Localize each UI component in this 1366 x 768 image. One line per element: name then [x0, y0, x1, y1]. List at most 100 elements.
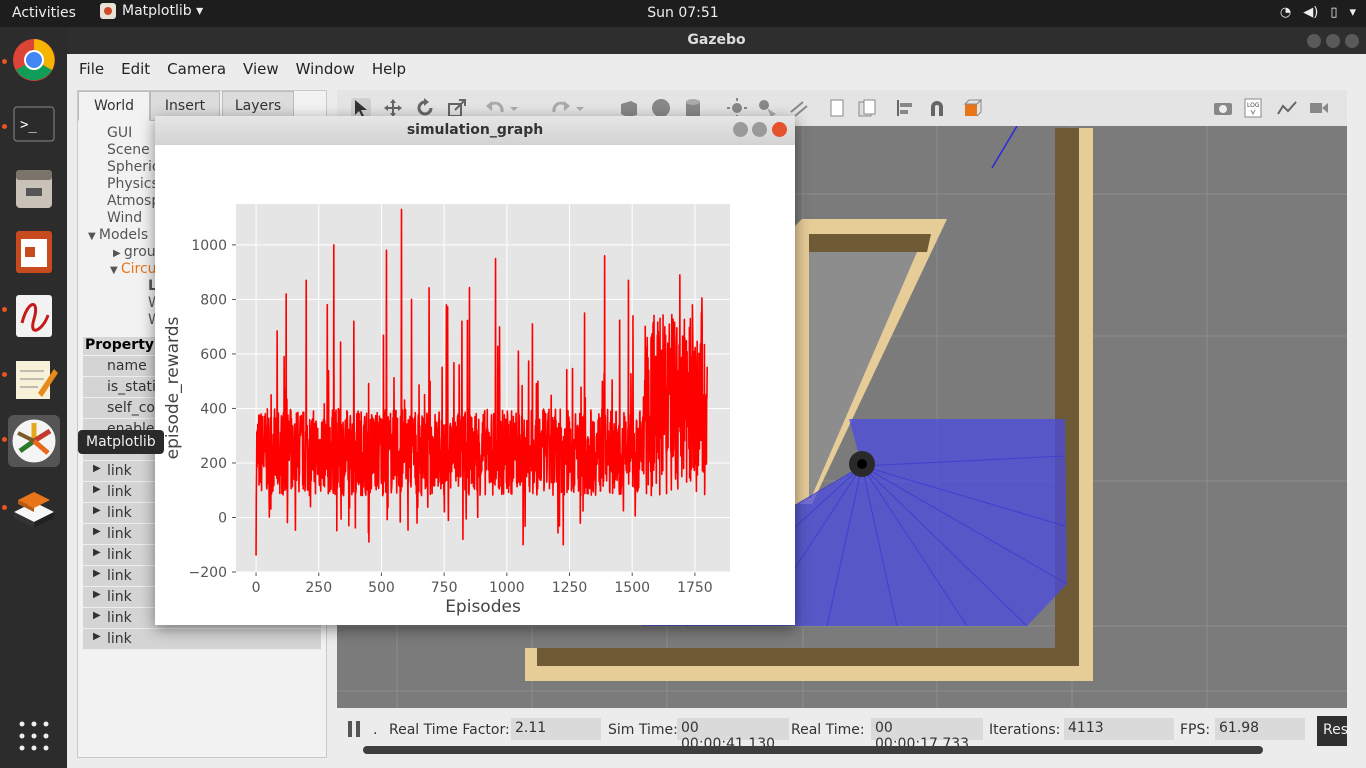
redo-icon[interactable]	[551, 98, 571, 118]
volume-icon: ◀)	[1303, 5, 1319, 20]
sphere-shape-icon[interactable]	[651, 98, 671, 118]
y-axis-label: episode_rewards	[163, 317, 183, 460]
tree-spherical[interactable]: Spheric	[107, 159, 160, 175]
real-time-factor-value: 2.11	[511, 718, 601, 740]
document-viewer-icon[interactable]	[8, 289, 60, 341]
battery-icon: ▯	[1330, 5, 1338, 20]
plot-window: simulation_graph 0 250 500 750 1000 1250 1500 1…	[155, 116, 795, 625]
y-tick-label: 1000	[191, 238, 227, 254]
app-menu-label: Matplotlib ▾	[122, 3, 204, 19]
gazebo-titlebar: Gazebo	[67, 27, 1366, 54]
plot-window-titlebar: simulation_graph	[155, 116, 795, 145]
view-angle-icon[interactable]	[963, 98, 983, 118]
chrome-icon[interactable]	[8, 34, 60, 86]
menu-camera[interactable]: Camera	[167, 54, 236, 84]
wifi-icon: ◔	[1279, 5, 1292, 20]
svg-text:LOG: LOG	[1247, 102, 1260, 109]
y-tick-label: 400	[200, 401, 227, 417]
scale-mode-icon[interactable]	[447, 98, 467, 118]
property-link-row[interactable]: ▶ link	[83, 629, 321, 650]
gazebo-title: Gazebo	[687, 32, 746, 48]
impress-icon[interactable]	[8, 225, 60, 277]
maximize-icon[interactable]	[752, 122, 767, 137]
y-tick-label: 0	[218, 510, 227, 526]
gazebo-icon[interactable]	[8, 482, 60, 534]
spot-light-icon[interactable]	[757, 98, 777, 118]
tree-atmosphere[interactable]: Atmosp	[107, 193, 160, 209]
app-menu[interactable]: Matplotlib ▾	[100, 3, 203, 19]
tree-scene[interactable]: Scene	[107, 142, 150, 158]
rotate-mode-icon[interactable]	[415, 98, 435, 118]
cylinder-shape-icon[interactable]	[683, 98, 703, 118]
snap-icon[interactable]	[927, 98, 947, 118]
horizontal-scrollbar[interactable]	[363, 746, 1263, 754]
point-light-icon[interactable]	[727, 98, 747, 118]
clock[interactable]: Sun 07:51	[647, 5, 718, 21]
files-icon[interactable]	[8, 162, 60, 214]
paste-icon[interactable]	[857, 98, 877, 118]
close-icon[interactable]	[1345, 34, 1359, 48]
tree-wind[interactable]: Wind	[107, 210, 142, 226]
maximize-icon[interactable]	[1326, 34, 1340, 48]
terminal-icon[interactable]: >_	[8, 99, 60, 151]
status-bar: . Real Time Factor: 2.11 Sim Time: 00 00…	[337, 708, 1347, 768]
matplotlib-app-icon	[100, 3, 116, 19]
tree-models[interactable]: ▼ Models	[88, 227, 148, 243]
x-tick-label: 250	[305, 580, 332, 596]
real-time-label: Real Time:	[791, 722, 865, 738]
log-icon[interactable]: LOG	[1243, 98, 1263, 118]
reset-button[interactable]: Res	[1317, 716, 1347, 746]
menu-arrow-icon: ▾	[1349, 5, 1356, 20]
fps-label: FPS:	[1180, 722, 1211, 738]
y-tick-label: −200	[189, 565, 227, 581]
x-tick-label: 1000	[489, 580, 525, 596]
tree-physics[interactable]: Physics	[107, 176, 159, 192]
iterations-value: 4113	[1064, 718, 1174, 740]
x-axis-label: Episodes	[445, 597, 521, 617]
real-time-value: 00 00:00:17.733	[871, 718, 983, 752]
align-icon[interactable]	[895, 98, 915, 118]
tree-gui[interactable]: GUI	[107, 125, 132, 141]
activities-button[interactable]: Activities	[12, 5, 76, 21]
menu-help[interactable]: Help	[372, 54, 416, 84]
dock-tooltip: Matplotlib	[78, 430, 164, 454]
real-time-factor-label: Real Time Factor:	[389, 722, 510, 738]
copy-icon[interactable]	[827, 98, 847, 118]
x-tick-label: 1250	[552, 580, 588, 596]
system-tray[interactable]: ◔ ◀) ▯ ▾	[1280, 5, 1356, 20]
sim-time-label: Sim Time:	[608, 722, 678, 738]
screenshot-icon[interactable]	[1213, 98, 1233, 118]
show-applications-icon[interactable]	[17, 719, 51, 753]
matplotlib-icon[interactable]	[8, 415, 60, 467]
tab-world[interactable]: World	[78, 91, 150, 121]
tree-ground[interactable]: ▶ grou	[113, 244, 156, 260]
pause-icon[interactable]	[347, 720, 361, 738]
dock: >_	[0, 27, 67, 768]
undo-dropdown-icon[interactable]	[509, 98, 519, 118]
x-tick-label: 750	[431, 580, 458, 596]
minimize-icon[interactable]	[1307, 34, 1321, 48]
translate-mode-icon[interactable]	[383, 98, 403, 118]
redo-dropdown-icon[interactable]	[575, 98, 585, 118]
x-tick-label: 1500	[614, 580, 650, 596]
text-editor-icon[interactable]	[8, 353, 60, 405]
top-bar: Activities Matplotlib ▾ Sun 07:51 ◔ ◀) ▯…	[0, 0, 1366, 27]
menu-window[interactable]: Window	[296, 54, 365, 84]
tree-circuit[interactable]: ▼ Circu	[110, 261, 157, 277]
y-tick-label: 600	[200, 347, 227, 363]
directional-light-icon[interactable]	[789, 98, 809, 118]
menu-edit[interactable]: Edit	[121, 54, 160, 84]
x-tick-label: 1750	[677, 580, 713, 596]
undo-icon[interactable]	[485, 98, 505, 118]
video-record-icon[interactable]	[1309, 98, 1329, 118]
menu-view[interactable]: View	[243, 54, 289, 84]
menu-file[interactable]: File	[79, 54, 114, 84]
sim-time-value: 00 00:00:41.130	[677, 718, 789, 752]
box-shape-icon[interactable]	[619, 98, 639, 118]
minimize-icon[interactable]	[733, 122, 748, 137]
select-mode-icon[interactable]	[351, 98, 371, 118]
close-icon[interactable]	[772, 122, 787, 137]
plot-icon[interactable]	[1277, 98, 1297, 118]
x-tick-label: 500	[368, 580, 395, 596]
svg-text:>_: >_	[20, 117, 37, 133]
